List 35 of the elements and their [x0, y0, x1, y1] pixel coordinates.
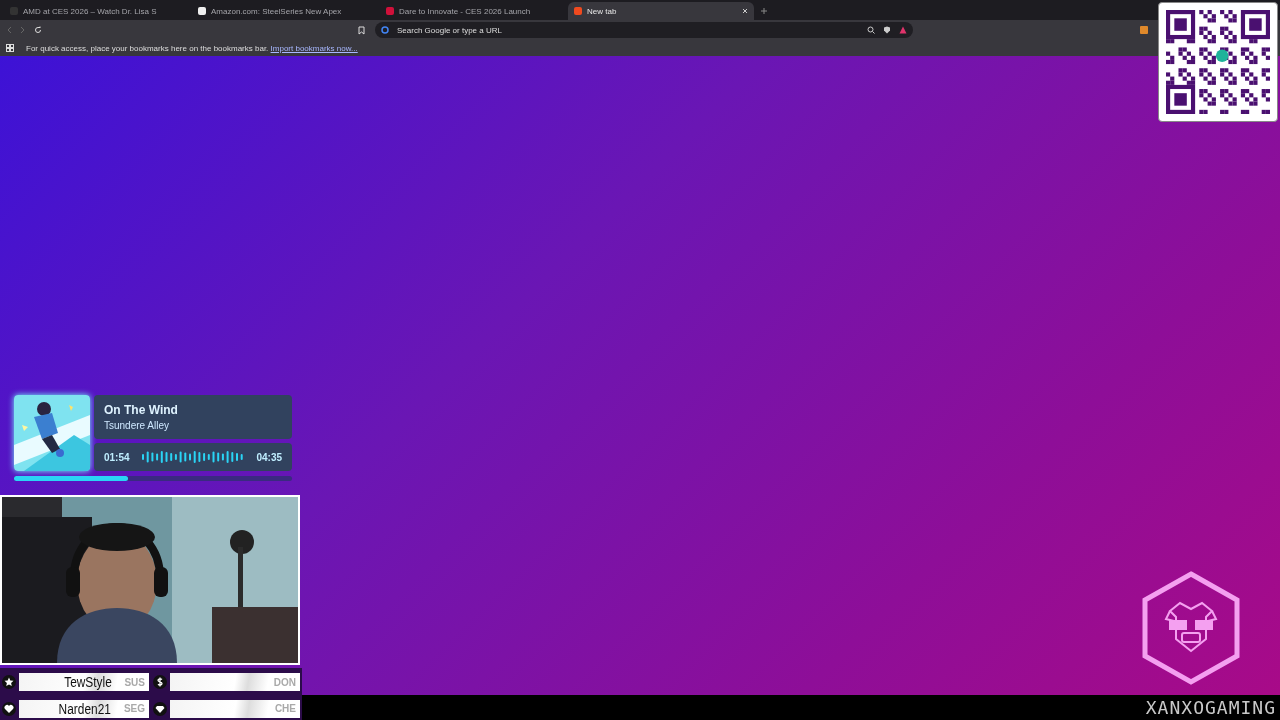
- bookmarks-hint: For quick access, place your bookmarks here on the bookmarks bar.: [26, 43, 269, 53]
- zoom-icon[interactable]: [867, 26, 875, 34]
- star-icon: [2, 675, 16, 690]
- address-bar[interactable]: Search Google or type a URL: [375, 22, 913, 38]
- gem-icon: [153, 701, 167, 716]
- favicon-icon: [386, 7, 394, 15]
- elapsed-time: 01:54: [104, 451, 130, 463]
- supporter-tag: SUS: [124, 676, 145, 688]
- favicon-icon: [574, 7, 582, 15]
- bookmark-icon[interactable]: [358, 25, 365, 35]
- heart-icon: [2, 701, 16, 716]
- new-tab-icon[interactable]: [760, 7, 768, 15]
- browser-tab[interactable]: New tab: [568, 2, 754, 20]
- browser-tab[interactable]: Dare to Innovate - CES 2026 Launch: [380, 2, 566, 20]
- song-title: On The Wind: [104, 403, 179, 417]
- supporter-name: TewStyle: [64, 674, 113, 691]
- reload-icon[interactable]: [34, 26, 42, 34]
- favicon-icon: [198, 7, 206, 15]
- song-artist: Tsundere Alley: [104, 420, 171, 431]
- shield-icon[interactable]: [883, 26, 891, 34]
- supporter-name: Narden21: [59, 700, 112, 717]
- duration-time: 04:35: [256, 451, 282, 463]
- address-input[interactable]: Search Google or type a URL: [397, 25, 859, 35]
- browser-tab[interactable]: AMD at CES 2026 – Watch Dr. Lisa S: [4, 2, 190, 20]
- supporter-tag: CHE: [274, 703, 296, 715]
- qr-code-icon: [1166, 10, 1270, 114]
- supporter-tag: DON: [273, 676, 296, 688]
- brand-name: XANXOGAMING: [1145, 697, 1276, 718]
- close-icon[interactable]: [742, 8, 748, 14]
- import-bookmarks-link[interactable]: Import bookmarks now...: [270, 43, 358, 53]
- supporter-tag: SEG: [123, 703, 145, 715]
- apps-icon[interactable]: [6, 44, 14, 52]
- triangle-icon[interactable]: [899, 26, 907, 34]
- browser-tab[interactable]: Amazon.com: SteelSeries New Apex: [192, 2, 378, 20]
- dollar-icon: [153, 675, 167, 690]
